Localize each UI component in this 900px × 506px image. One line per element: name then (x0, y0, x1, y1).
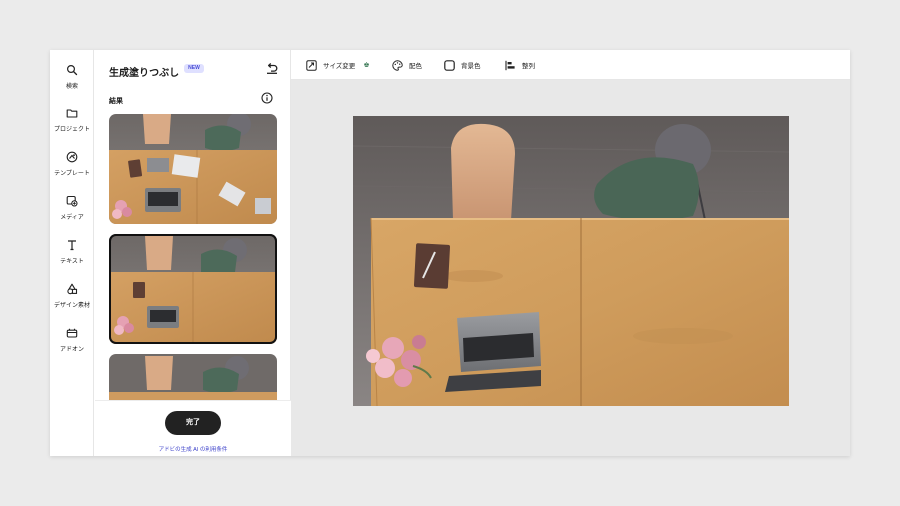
background-color-button[interactable]: 背景色 (444, 58, 481, 72)
rail-label-projects: プロジェクト (53, 127, 90, 133)
rail-item-templates[interactable]: テンプレート (50, 151, 94, 177)
rail-label-addons: アドオン (59, 347, 84, 353)
new-badge: NEW (184, 64, 204, 73)
result-thumbnail-2[interactable] (109, 234, 277, 344)
app-window: 検索 プロジェクト テンプレート メディア テキスト デザイン素材 アドオン 生… (50, 50, 850, 456)
generative-ai-terms-link[interactable]: アドビの生成 AI の利用条件 (95, 445, 291, 453)
rail-label-design-assets: デザイン素材 (53, 303, 90, 309)
search-icon (66, 64, 78, 76)
panel-footer: 完了 アドビの生成 AI の利用条件 (95, 400, 291, 456)
generative-fill-panel: 生成塗りつぶし NEW 結果 完了 アドビの生成 AI の利用条件 (95, 50, 291, 456)
color-scheme-label: 配色 (409, 63, 422, 70)
artboard-image[interactable] (353, 116, 789, 406)
align-label: 整列 (522, 63, 535, 70)
resize-button[interactable]: サイズ変更 ♚ (306, 58, 370, 72)
info-icon[interactable] (261, 92, 273, 104)
rail-label-text: テキスト (60, 259, 84, 265)
align-icon (505, 60, 515, 70)
align-button[interactable]: 整列 (505, 58, 535, 72)
rail-label-templates: テンプレート (54, 171, 90, 177)
rail-item-projects[interactable]: プロジェクト (50, 107, 94, 133)
top-toolbar: サイズ変更 ♚ 配色 背景色 整列 (291, 50, 850, 80)
canvas-area (291, 80, 850, 456)
rail-item-addons[interactable]: アドオン (50, 327, 94, 353)
resize-label: サイズ変更 (323, 63, 356, 70)
folder-icon (66, 109, 78, 118)
done-button[interactable]: 完了 (165, 411, 221, 435)
rail-item-text[interactable]: テキスト (50, 239, 94, 265)
results-label: 結果 (109, 98, 123, 105)
panel-title: 生成塗りつぶし (109, 68, 180, 79)
text-icon (68, 240, 76, 251)
template-icon (66, 151, 78, 163)
rail-label-media: メディア (60, 215, 84, 221)
premium-crown-icon: ♚ (363, 62, 370, 69)
palette-icon (392, 59, 403, 71)
results-list (95, 112, 291, 400)
result-thumbnail-3[interactable] (109, 354, 277, 400)
rail-item-search[interactable]: 検索 (50, 64, 94, 90)
left-rail: 検索 プロジェクト テンプレート メディア テキスト デザイン素材 アドオン (50, 50, 94, 456)
background-color-icon (444, 59, 455, 71)
rail-label-search: 検索 (65, 84, 78, 90)
resize-icon (306, 59, 317, 71)
rail-item-media[interactable]: メディア (50, 195, 94, 221)
addons-icon (66, 328, 78, 338)
result-thumbnail-1[interactable] (109, 114, 277, 224)
design-assets-icon (67, 283, 78, 295)
rail-item-design-assets[interactable]: デザイン素材 (50, 283, 94, 309)
background-color-label: 背景色 (461, 63, 481, 70)
undo-icon[interactable] (265, 61, 279, 75)
color-scheme-button[interactable]: 配色 (392, 58, 422, 72)
media-icon (66, 195, 78, 207)
